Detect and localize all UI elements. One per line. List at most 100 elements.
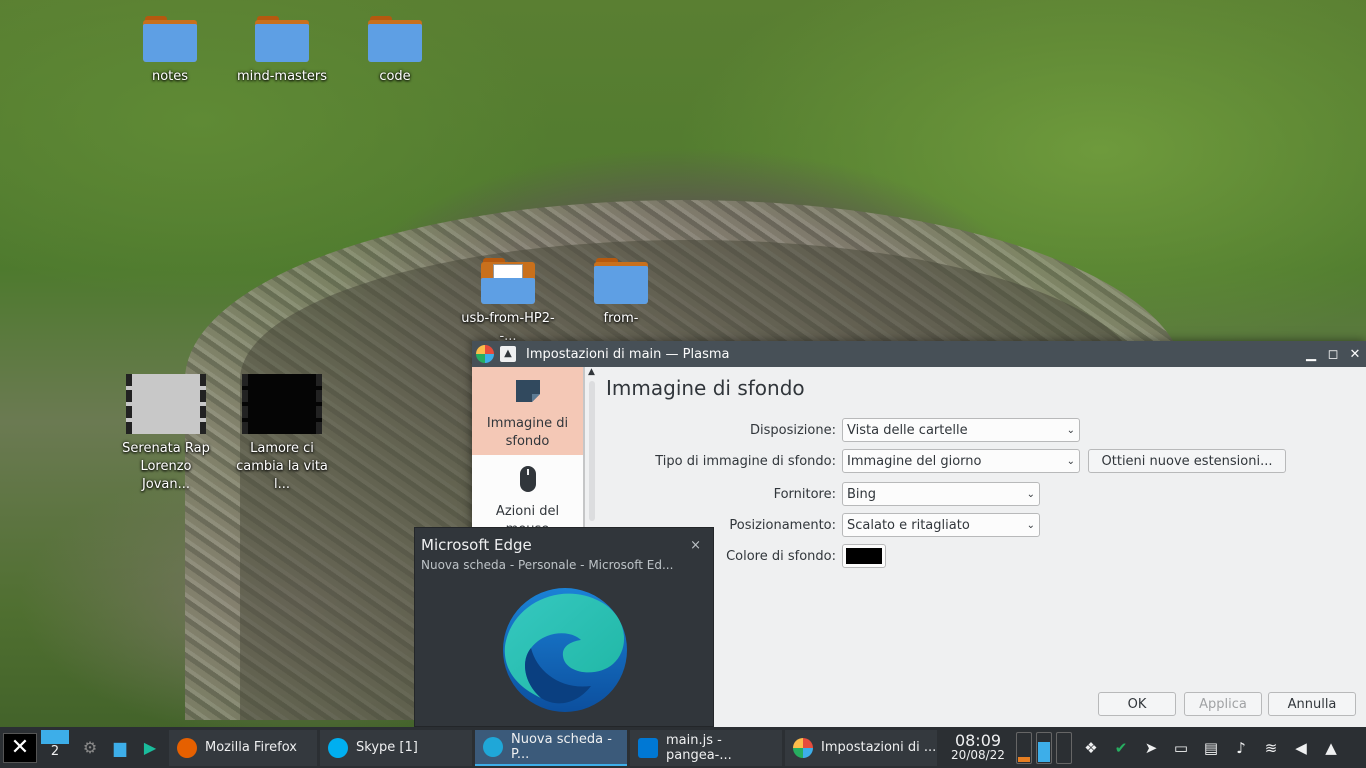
desktop-icon-lamore[interactable]: Lamore ci cambia la vita l...	[234, 374, 330, 494]
virtual-desktop-pager[interactable]: 2	[41, 729, 69, 766]
desktop-icon-mind-masters[interactable]: mind-masters	[234, 16, 330, 86]
task-label: Impostazioni di ...	[821, 740, 937, 755]
desktop-icon-usb-from-hp2[interactable]: usb-from-HP2--...	[460, 258, 556, 346]
task-label: Nuova scheda - P...	[511, 731, 612, 762]
folder-icon	[143, 16, 197, 62]
activities-icon[interactable]: ⚙	[75, 730, 105, 766]
provider-select[interactable]: Bing ⌄	[842, 482, 1040, 506]
application-launcher-icon[interactable]: ✕	[3, 732, 37, 763]
clipboard-icon[interactable]: ▤	[1196, 739, 1226, 757]
desktop-icon-label: Serenata Rap Lorenzo Jovan...	[122, 441, 210, 492]
task-preview-tooltip[interactable]: Microsoft Edge Nuova scheda - Personale …	[414, 527, 714, 727]
layout-select[interactable]: Vista delle cartelle ⌄	[842, 418, 1080, 442]
chevron-down-icon: ⌄	[1066, 455, 1075, 467]
wallpaper-type-select[interactable]: Immagine del giorno ⌄	[842, 449, 1080, 473]
sync-ok-icon[interactable]: ✔	[1106, 739, 1136, 757]
plasma-icon	[476, 345, 494, 363]
desktop-icon-label: Lamore ci cambia la vita l...	[236, 441, 328, 492]
edge-icon	[483, 736, 503, 757]
vscode-icon	[638, 737, 658, 758]
folder-icon	[594, 258, 648, 304]
plasma-icon	[793, 737, 813, 758]
chevron-down-icon: ⌄	[1026, 488, 1035, 500]
task-skype[interactable]: Skype [1]	[320, 729, 472, 766]
wallpaper-type-label: Tipo di immagine di sfondo:	[655, 453, 836, 469]
desktop-icon-notes[interactable]: notes	[122, 16, 218, 86]
desktop-icon-code[interactable]: code	[347, 16, 443, 86]
layout-label: Disposizione:	[750, 422, 836, 438]
terminal-icon[interactable]: ▭	[1166, 739, 1196, 757]
desktop-icon-label: from-	[603, 311, 639, 326]
provider-value: Bing	[847, 486, 877, 502]
maximize-icon[interactable]: ◻	[1322, 347, 1344, 362]
video-thumbnail-icon	[242, 374, 322, 434]
close-icon[interactable]: ✕	[1344, 347, 1366, 362]
sidebar-item-label: Immagine di sfondo	[486, 416, 569, 449]
get-extensions-button[interactable]: Ottieni nuove estensioni...	[1088, 449, 1286, 473]
layout-select-value: Vista delle cartelle	[847, 422, 968, 438]
digital-clock[interactable]: 08:09 20/08/22	[940, 732, 1016, 763]
terminal-launcher-icon[interactable]: ▶	[135, 730, 165, 766]
firefox-icon	[177, 737, 197, 758]
provider-row: Fornitore: Bing ⌄	[606, 482, 1040, 506]
chevron-down-icon: ⌄	[1026, 519, 1035, 531]
folder-icon	[368, 16, 422, 62]
task-label: main.js - pangea-...	[666, 732, 732, 763]
wallpaper-icon	[515, 380, 540, 402]
microphone-icon[interactable]: ♪	[1226, 739, 1256, 757]
apply-button[interactable]: Applica	[1184, 692, 1262, 716]
tooltip-subtitle: Nuova scheda - Personale - Microsoft Ed.…	[421, 558, 674, 572]
sidebar-scrollbar[interactable]: ▲	[584, 367, 598, 527]
edge-icon	[503, 588, 627, 712]
keep-above-icon[interactable]: ▲	[500, 346, 516, 362]
task-label: Skype [1]	[356, 740, 418, 755]
dropbox-icon[interactable]: ❖	[1076, 739, 1106, 757]
chevron-down-icon: ⌄	[1066, 424, 1075, 436]
desktop-icon-label: mind-masters	[236, 69, 328, 84]
telegram-icon[interactable]: ➤	[1136, 739, 1166, 757]
tooltip-title: Microsoft Edge	[421, 536, 532, 554]
taskbar: ✕ 2 ⚙ ▆ ▶ Mozilla Firefox Skype [1] Nuov…	[0, 727, 1366, 768]
window-title: Impostazioni di main — Plasma	[526, 346, 730, 362]
task-firefox[interactable]: Mozilla Firefox	[169, 729, 317, 766]
close-icon[interactable]: ×	[690, 538, 701, 553]
wallpaper-type-value: Immagine del giorno	[847, 453, 982, 469]
folder-icon	[255, 16, 309, 62]
clock-date: 20/08/22	[951, 747, 1005, 762]
mouse-icon	[519, 466, 536, 492]
background-color-button[interactable]	[842, 544, 886, 568]
task-plasma-settings[interactable]: Impostazioni di ...	[785, 729, 937, 766]
desktop-icon-from[interactable]: from-	[573, 258, 669, 328]
settings-content: Immagine di sfondo Disposizione: Vista d…	[606, 367, 1366, 727]
folder-icon	[481, 258, 535, 304]
tray-expand-icon[interactable]: ▲	[1316, 739, 1346, 757]
positioning-select[interactable]: Scalato e ritagliato ⌄	[842, 513, 1040, 537]
task-edge[interactable]: Nuova scheda - P...	[475, 729, 627, 766]
memory-meter[interactable]	[1036, 731, 1052, 764]
pager-desktop-number: 2	[50, 743, 60, 759]
sidebar-item-wallpaper[interactable]: Immagine di sfondo	[472, 367, 583, 455]
scrollbar-thumb[interactable]	[588, 381, 595, 521]
system-tray: ❖ ✔ ➤ ▭ ▤ ♪ ≋ ◀ ▲	[1076, 739, 1346, 757]
pager-desktop-1[interactable]	[41, 729, 69, 744]
volume-icon[interactable]: ◀	[1286, 739, 1316, 757]
cpu-meter[interactable]	[1016, 731, 1032, 764]
minimize-icon[interactable]: ▁	[1300, 347, 1322, 362]
provider-label: Fornitore:	[773, 486, 836, 502]
color-swatch	[846, 548, 882, 564]
positioning-value: Scalato e ritagliato	[847, 517, 970, 533]
swap-meter[interactable]	[1056, 731, 1072, 764]
task-vscode[interactable]: main.js - pangea-...	[630, 729, 782, 766]
layout-row: Disposizione: Vista delle cartelle ⌄	[606, 418, 1080, 442]
page-title: Immagine di sfondo	[606, 376, 805, 400]
task-label: Mozilla Firefox	[205, 740, 297, 755]
wallpaper-type-row: Tipo di immagine di sfondo: Immagine del…	[606, 449, 1286, 473]
ok-button[interactable]: OK	[1098, 692, 1176, 716]
desktop-icon-label: code	[379, 69, 411, 84]
wifi-icon[interactable]: ≋	[1256, 739, 1286, 757]
desktop-icon-serenata[interactable]: Serenata Rap Lorenzo Jovan...	[118, 374, 214, 494]
scroll-up-icon[interactable]: ▲	[585, 367, 598, 377]
cancel-button[interactable]: Annulla	[1268, 692, 1356, 716]
window-titlebar[interactable]: ▲ Impostazioni di main — Plasma ▁ ◻ ✕	[472, 341, 1366, 367]
file-manager-icon[interactable]: ▆	[105, 730, 135, 766]
